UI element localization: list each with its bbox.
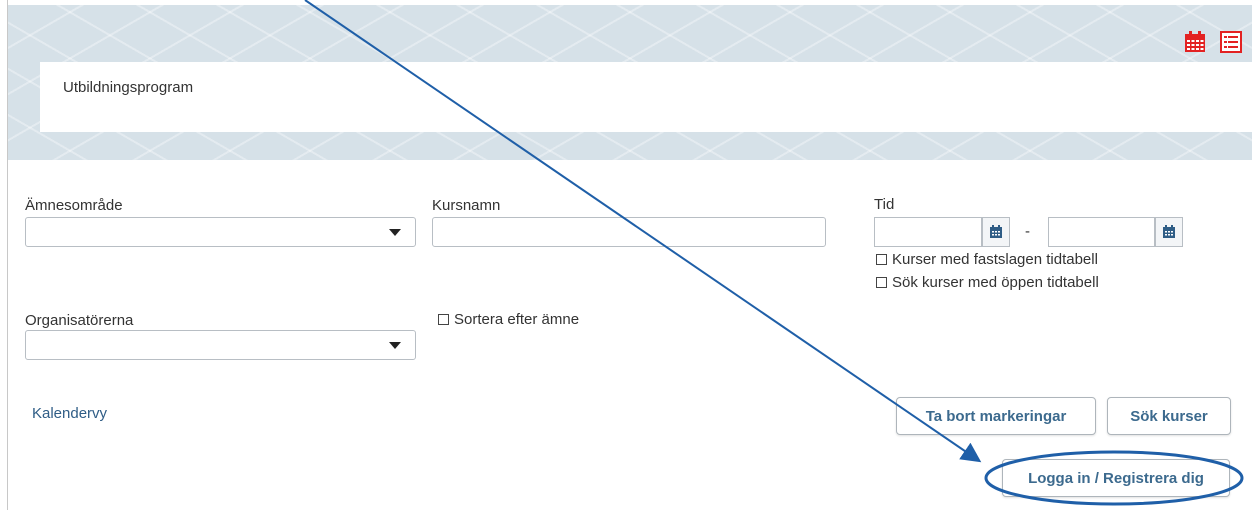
open-schedule-checkbox[interactable] (876, 277, 887, 288)
course-name-label: Kursnamn (432, 197, 501, 214)
calendar-icon (1163, 225, 1175, 238)
chevron-down-icon (389, 229, 401, 236)
time-to-input[interactable] (1048, 217, 1155, 247)
clear-marks-button[interactable]: Ta bort markeringar (896, 397, 1096, 435)
calendar-icon (990, 225, 1002, 238)
fixed-schedule-label: Kurser med fastslagen tidtabell (892, 251, 1098, 268)
time-to-calendar-button[interactable] (1155, 217, 1183, 247)
time-from-calendar-button[interactable] (982, 217, 1010, 247)
chevron-down-icon (389, 342, 401, 349)
sort-by-subject-option[interactable]: Sortera efter ämne (438, 311, 579, 328)
fixed-schedule-option[interactable]: Kurser med fastslagen tidtabell (876, 251, 1098, 268)
open-schedule-label: Sök kurser med öppen tidtabell (892, 274, 1099, 291)
sort-by-subject-label: Sortera efter ämne (454, 311, 580, 328)
organizers-label: Organisatörerna (25, 312, 134, 329)
fixed-schedule-checkbox[interactable] (876, 254, 887, 265)
program-card: Utbildningsprogram (40, 62, 1252, 132)
search-courses-button[interactable]: Sök kurser (1107, 397, 1231, 435)
time-range-separator: - (1025, 223, 1030, 240)
course-name-input[interactable] (432, 217, 826, 247)
time-label: Tid (874, 196, 895, 213)
subject-area-select[interactable] (25, 217, 416, 247)
sort-by-subject-checkbox[interactable] (438, 314, 449, 325)
calendar-icon[interactable] (1184, 31, 1206, 53)
page: Utbildningsprogram Ämnesområde Kursnamn … (0, 0, 1252, 510)
subject-area-label: Ämnesområde (25, 197, 123, 214)
organizers-select[interactable] (25, 330, 416, 360)
view-toggle-icons (1184, 31, 1242, 53)
login-register-button[interactable]: Logga in / Registrera dig (1002, 459, 1230, 497)
calendar-view-link[interactable]: Kalendervy (32, 405, 107, 422)
time-from-input[interactable] (874, 217, 982, 247)
program-title: Utbildningsprogram (63, 79, 194, 96)
list-view-icon[interactable] (1220, 31, 1242, 53)
open-schedule-option[interactable]: Sök kurser med öppen tidtabell (876, 274, 1099, 291)
